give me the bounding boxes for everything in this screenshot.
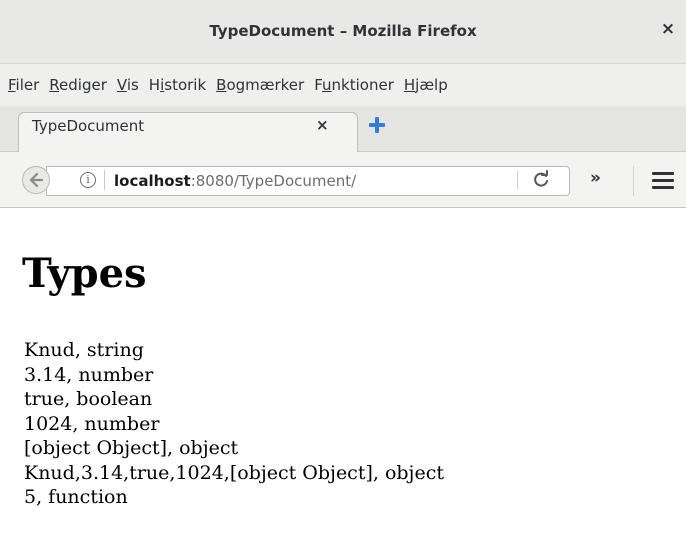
menu-bar: Filer Rediger Vis Historik Bogmærker Fun… bbox=[0, 64, 686, 106]
menu-filer[interactable]: Filer bbox=[8, 76, 47, 94]
output-line: Knud, string bbox=[24, 339, 144, 361]
url-text[interactable]: localhost:8080/TypeDocument/ bbox=[114, 172, 356, 190]
url-host: localhost bbox=[114, 172, 191, 190]
toolbar-divider bbox=[633, 166, 634, 196]
menu-funktioner[interactable]: Funktioner bbox=[314, 76, 402, 94]
output-line: 3.14, number bbox=[24, 363, 154, 386]
title-bar: TypeDocument – Mozilla Firefox × bbox=[0, 0, 686, 64]
window-close-button[interactable]: × bbox=[658, 19, 678, 39]
back-button[interactable] bbox=[22, 166, 50, 194]
plus-icon bbox=[369, 117, 385, 133]
url-divider bbox=[104, 170, 105, 190]
reload-button[interactable] bbox=[531, 170, 551, 190]
reload-divider bbox=[517, 170, 518, 190]
menu-historik[interactable]: Historik bbox=[149, 76, 214, 94]
menu-vis[interactable]: Vis bbox=[117, 76, 147, 94]
hamburger-menu-icon[interactable] bbox=[652, 172, 674, 190]
info-icon[interactable]: i bbox=[80, 172, 96, 188]
output-line: 1024, number bbox=[24, 412, 160, 435]
output-line: true, boolean bbox=[24, 388, 153, 410]
window-title: TypeDocument – Mozilla Firefox bbox=[209, 22, 477, 40]
output-line: [object Object], object bbox=[24, 437, 239, 459]
menu-hjaelp[interactable]: Hjælp bbox=[404, 76, 456, 94]
output-list: Knud, string 3.14, number true, boolean … bbox=[24, 338, 444, 510]
menu-rediger[interactable]: Rediger bbox=[49, 76, 115, 94]
output-line: Knud,3.14,true,1024,[object Object], obj… bbox=[24, 461, 444, 484]
reload-icon bbox=[534, 170, 548, 187]
url-path: :8080/TypeDocument/ bbox=[190, 172, 357, 190]
output-line: 5, function bbox=[24, 486, 128, 508]
page-heading: Types bbox=[22, 250, 147, 297]
toolbar-overflow-button[interactable]: » bbox=[590, 168, 601, 188]
browser-window: TypeDocument – Mozilla Firefox × Filer R… bbox=[0, 0, 686, 547]
menu-bogmaerker[interactable]: Bogmærker bbox=[216, 76, 312, 94]
new-tab-button[interactable] bbox=[366, 114, 388, 136]
tab-label: TypeDocument bbox=[32, 117, 145, 135]
arrow-left-icon bbox=[29, 172, 44, 188]
tab-close-button[interactable]: × bbox=[316, 116, 329, 134]
